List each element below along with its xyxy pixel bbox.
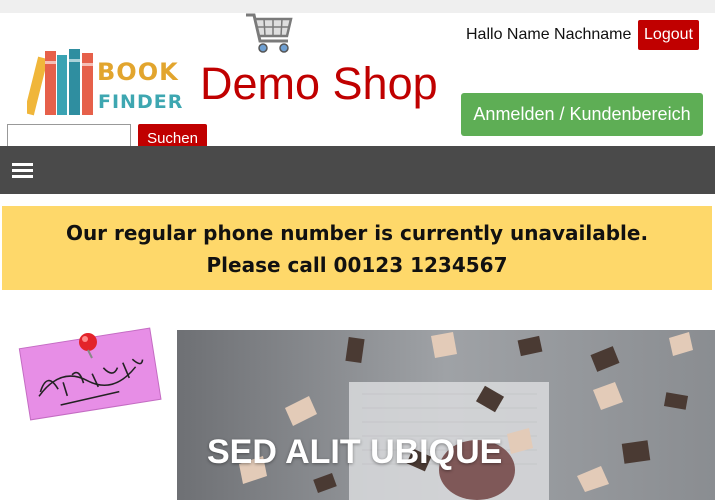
logout-button[interactable]: Logout: [638, 20, 699, 50]
important-sticky-note-image: [18, 327, 162, 421]
logo-text-finder: FINDER: [98, 91, 184, 113]
logo-text-book: BOOK: [97, 58, 179, 86]
shopping-cart-icon[interactable]: [244, 9, 296, 55]
user-greeting: Hallo Name Nachname: [466, 26, 632, 43]
login-account-button[interactable]: Anmelden / Kundenbereich: [461, 93, 703, 136]
notice-line-1: Our regular phone number is currently un…: [65, 221, 649, 245]
banner-heading: SED ALIT UBIQUE: [207, 433, 503, 471]
phone-notice-banner: Our regular phone number is currently un…: [2, 206, 712, 290]
main-navbar: [0, 146, 715, 194]
hamburger-menu-icon[interactable]: [12, 163, 33, 178]
shop-title: Demo Shop: [200, 58, 438, 109]
top-strip: [0, 0, 715, 13]
flying-books-image: [177, 330, 715, 500]
hero-banner[interactable]: SED ALIT UBIQUE: [177, 330, 715, 500]
notice-line-2: Please call 00123 1234567: [206, 253, 508, 277]
